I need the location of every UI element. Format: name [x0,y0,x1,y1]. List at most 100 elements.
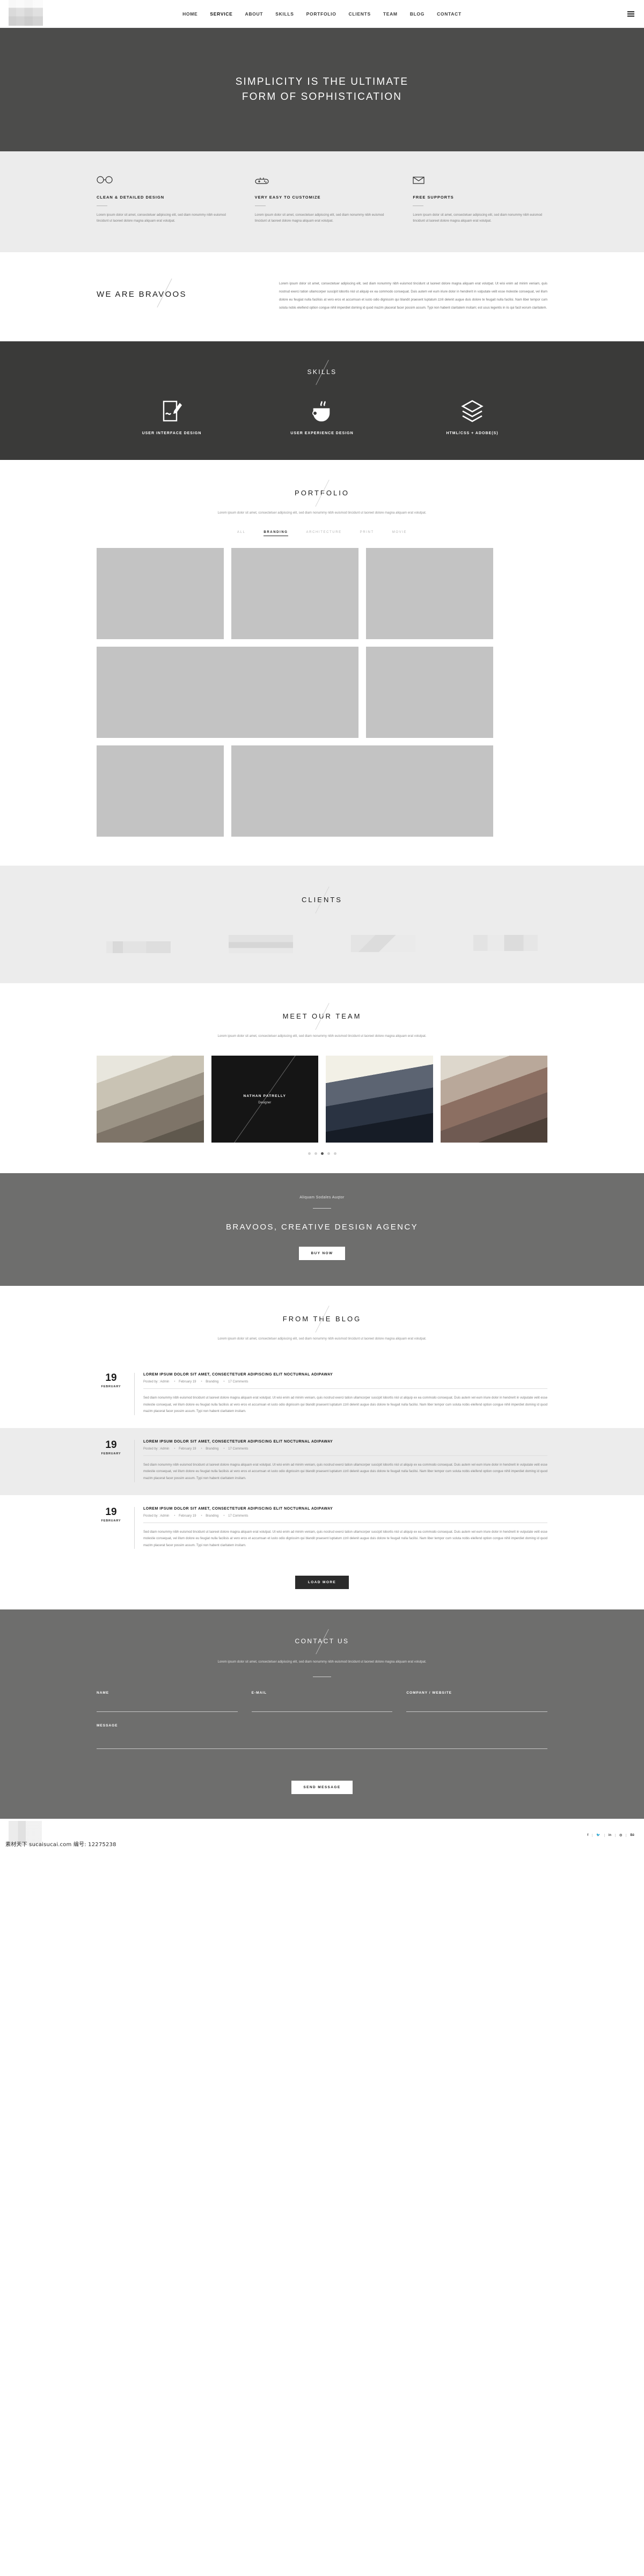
carousel-dot[interactable] [333,1152,336,1155]
carousel-dot[interactable] [308,1152,311,1155]
post-month: FEBRUARY [101,1519,121,1523]
email-input[interactable] [251,1706,393,1712]
portfolio-subtitle: Lorem ipsum dolor sit amet, consectetuer… [217,511,427,515]
team-member[interactable] [326,1056,433,1143]
team-member[interactable] [97,1056,204,1143]
team-member-row: NATHAN PATRELLY Designer [97,1056,547,1143]
filter-branding[interactable]: BRANDING [264,531,288,536]
team-carousel-dots [97,1152,547,1155]
contact-subtitle: Lorem ipsum dolor sit amet, consectetuer… [217,1660,427,1664]
facebook-icon[interactable]: f [583,1833,593,1837]
carousel-dot[interactable] [314,1152,317,1155]
email-label: E-MAIL [251,1690,267,1695]
post-category[interactable]: Branding [206,1447,218,1451]
message-textarea[interactable] [97,1733,547,1749]
message-label: MESSAGE [97,1723,118,1728]
name-input[interactable] [97,1706,238,1712]
portfolio-item[interactable] [97,745,224,837]
post-title[interactable]: LOREM IPSUM DOLOR SIT AMET, CONSECTETUER… [143,1507,547,1511]
portfolio-item[interactable] [231,745,493,837]
load-more-button[interactable]: LOAD MORE [295,1576,349,1590]
client-logo-1 [106,941,171,953]
glasses-icon [97,176,231,188]
blog-post[interactable]: 19 FEBRUARY LOREM IPSUM DOLOR SIT AMET, … [0,1495,644,1562]
message-field-group: MESSAGE [97,1724,547,1752]
carousel-dot-active[interactable] [320,1152,324,1155]
blog-post-list: 19 FEBRUARY LOREM IPSUM DOLOR SIT AMET, … [0,1361,644,1562]
buy-now-button[interactable]: BUY NOW [299,1247,345,1261]
clients-title: CLIENTS [293,886,351,913]
post-title[interactable]: LOREM IPSUM DOLOR SIT AMET, CONSECTETUER… [143,1440,547,1444]
post-author: Posted by : Admin [143,1380,170,1384]
post-month: FEBRUARY [101,1452,121,1455]
portfolio-item[interactable] [97,547,224,639]
post-comments[interactable]: 17 Comments [228,1514,248,1518]
service-card: VERY EASY TO CUSTOMIZE Lorem ipsum dolor… [254,176,390,224]
nav-item-service[interactable]: SERVICE [210,11,232,17]
portfolio-section: PORTFOLIO Lorem ipsum dolor sit amet, co… [0,460,644,866]
nav-item-blog[interactable]: BLOG [410,11,425,17]
filter-architecture[interactable]: ARCHITECTURE [306,531,342,536]
service-text: Lorem ipsum dolor sit amet, consectetuer… [413,214,543,223]
hamburger-bar [627,11,634,12]
skill-item: USER EXPERIENCE DESIGN [247,399,397,435]
behance-icon[interactable]: Bē [626,1834,634,1837]
post-meta: Posted by : Admin • February 19 • Branding… [143,1380,547,1389]
email-field-group: E-MAIL [251,1690,393,1712]
post-date: 19 FEBRUARY [97,1440,126,1482]
post-excerpt: Sed diam nonummy nibh euismod tincidunt … [143,1530,547,1547]
post-comments[interactable]: 17 Comments [228,1447,248,1451]
nav-item-portfolio[interactable]: PORTFOLIO [306,11,336,17]
portfolio-item[interactable] [231,547,358,639]
post-date-text: February 19 [179,1380,196,1384]
service-title: FREE SUPPORTS [413,195,454,200]
about-section: WE ARE BRAVOOS Lorem ipsum dolor sit ame… [0,252,644,342]
nav-item-about[interactable]: ABOUT [245,11,263,17]
post-date: 19 FEBRUARY [97,1507,126,1549]
portfolio-item[interactable] [97,646,358,738]
nav-item-skills[interactable]: SKILLS [275,11,294,17]
skills-section: SKILLS USER INTERFACE DESIGN [0,341,644,460]
service-card: FREE SUPPORTS Lorem ipsum dolor sit amet… [413,176,547,224]
portfolio-filters: ALL BRANDING ARCHITECTURE PRINT MOVIE [97,531,547,536]
instagram-icon[interactable]: ◎ [616,1833,627,1837]
nav-item-team[interactable]: TEAM [383,11,398,17]
post-category[interactable]: Branding [206,1380,218,1384]
filter-movie[interactable]: MOVIE [392,531,407,536]
nav-item-contact[interactable]: CONTACT [437,11,462,17]
team-member[interactable] [440,1056,547,1143]
nav-item-clients[interactable]: CLIENTS [349,11,371,17]
post-category[interactable]: Branding [206,1514,218,1518]
carousel-dot[interactable] [327,1152,330,1155]
blog-section: FROM THE BLOG Lorem ipsum dolor sit amet… [0,1286,644,1610]
portfolio-item[interactable] [366,547,493,639]
post-author: Posted by : Admin [143,1447,170,1451]
client-logo-3 [351,934,415,952]
filter-print[interactable]: PRINT [360,531,374,536]
service-title: CLEAN & DETAILED DESIGN [97,195,165,200]
pen-tablet-icon [162,399,182,423]
name-label: NAME [97,1690,109,1695]
team-member[interactable]: NATHAN PATRELLY Designer [211,1056,318,1143]
portfolio-item[interactable] [366,646,493,738]
site-logo[interactable] [9,0,43,26]
coffee-cup-icon [311,399,333,423]
twitter-icon[interactable]: 🐦 [592,1833,605,1837]
send-message-button[interactable]: SEND MESSAGE [291,1780,353,1794]
blog-post[interactable]: 19 FEBRUARY LOREM IPSUM DOLOR SIT AMET, … [0,1428,644,1495]
hamburger-bar [627,13,634,14]
filter-all[interactable]: ALL [237,531,245,536]
contact-message-row: MESSAGE [97,1724,547,1752]
hamburger-menu-icon[interactable] [627,11,634,17]
post-excerpt: Sed diam nonummy nibh euismod tincidunt … [143,1463,547,1480]
post-title[interactable]: LOREM IPSUM DOLOR SIT AMET, CONSECTETUER… [143,1373,547,1377]
post-meta: Posted by : Admin • February 19 • Branding… [143,1514,547,1523]
divider [313,1208,331,1209]
linkedin-icon[interactable]: in [605,1833,616,1837]
post-comments[interactable]: 17 Comments [228,1380,248,1384]
post-day: 19 [105,1506,117,1518]
company-input[interactable] [406,1706,548,1712]
envelope-icon [413,176,547,188]
nav-item-home[interactable]: HOME [182,11,197,17]
blog-post[interactable]: 19 FEBRUARY LOREM IPSUM DOLOR SIT AMET, … [0,1361,644,1428]
